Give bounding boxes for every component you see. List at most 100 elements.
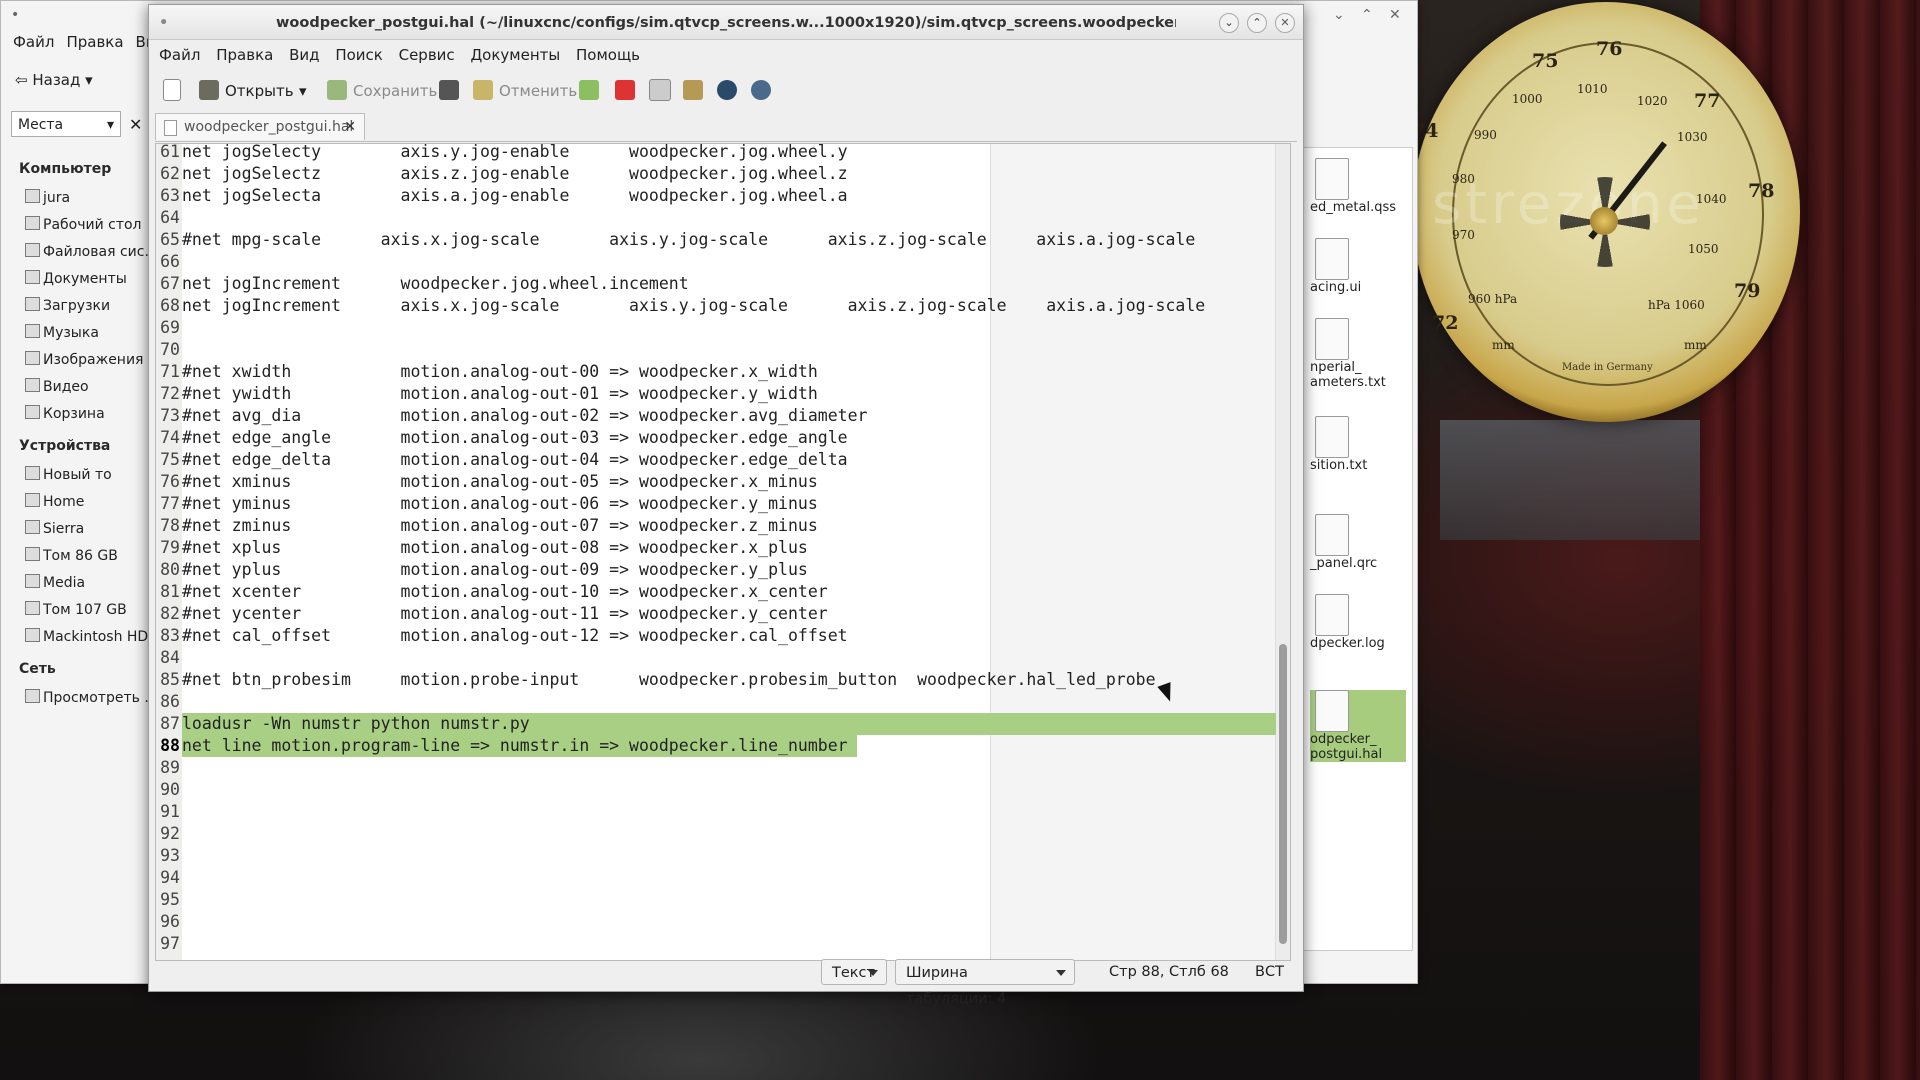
menu-view[interactable]: Вид: [289, 46, 319, 64]
code-line[interactable]: 87 loadusr -Wn numstr python numstr.py: [156, 713, 1276, 735]
code-line[interactable]: 83 #net cal_offset motion.analog-out-12 =…: [156, 625, 1276, 647]
sidebar-item[interactable]: jura: [11, 185, 149, 212]
redo-button[interactable]: [579, 79, 605, 103]
menu-tools[interactable]: Сервис: [399, 46, 455, 64]
tab-width-select[interactable]: Ширина табуляции: 4: [895, 959, 1075, 1007]
sidebar-item[interactable]: Media: [11, 570, 149, 597]
code-line[interactable]: 86: [156, 691, 1276, 713]
sidebar-item[interactable]: Новый то: [11, 462, 149, 489]
vertical-scrollbar[interactable]: [1275, 144, 1290, 960]
file-item[interactable]: _panel.qrc: [1310, 514, 1406, 571]
fm-menu-edit[interactable]: Правка: [66, 33, 123, 51]
sidebar-item[interactable]: Home: [11, 489, 149, 516]
code-line[interactable]: 62 net jogSelectz axis.z.jog-enable woodp…: [156, 163, 1276, 185]
print-button[interactable]: [439, 79, 465, 103]
document-tab[interactable]: woodpecker_postgui.hal ✕: [155, 113, 365, 140]
menu-edit[interactable]: Правка: [216, 46, 273, 64]
code-line[interactable]: 88 net line motion.program-line => numstr…: [156, 735, 1276, 757]
scrollbar-thumb[interactable]: [1279, 644, 1287, 944]
code-line[interactable]: 92: [156, 823, 1276, 845]
sidebar-item[interactable]: Том 107 GB: [11, 597, 149, 624]
sidebar-item[interactable]: Файловая сис...: [11, 239, 149, 266]
sidebar-item[interactable]: Sierra: [11, 516, 149, 543]
file-item[interactable]: dpecker.log: [1310, 594, 1406, 651]
code-line[interactable]: 67 net jogIncrement woodpecker.jog.wheel.…: [156, 273, 1276, 295]
search-button[interactable]: [717, 79, 743, 103]
file-item[interactable]: sition.txt: [1310, 416, 1406, 473]
replace-button[interactable]: [751, 79, 777, 103]
code-line[interactable]: 69: [156, 317, 1276, 339]
fm-menu-file[interactable]: Файл: [13, 33, 54, 51]
code-line[interactable]: 91: [156, 801, 1276, 823]
code-line[interactable]: 63 net jogSelecta axis.a.jog-enable woodp…: [156, 185, 1276, 207]
code-line[interactable]: 85 #net btn_probesim motion.probe-input w…: [156, 669, 1276, 691]
code-line[interactable]: 68 net jogIncrement axis.x.jog-scale axis…: [156, 295, 1276, 317]
code-line[interactable]: 71 #net xwidth motion.analog-out-00 => wo…: [156, 361, 1276, 383]
file-item[interactable]: acing.ui: [1310, 238, 1406, 295]
close-icon[interactable]: ✕: [1389, 7, 1401, 23]
open-button[interactable]: Открыть: [199, 79, 294, 103]
syntax-mode-select[interactable]: Текст: [821, 959, 887, 985]
sidebar-item[interactable]: Mackintosh HD: [11, 624, 149, 651]
code-line[interactable]: 72 #net ywidth motion.analog-out-01 => wo…: [156, 383, 1276, 405]
fm-back-button[interactable]: ⇦ Назад ▾: [15, 71, 93, 89]
code-line[interactable]: 81 #net xcenter motion.analog-out-10 => w…: [156, 581, 1276, 603]
code-line[interactable]: 64: [156, 207, 1276, 229]
code-line[interactable]: 97: [156, 933, 1276, 955]
window-menu-dot-icon[interactable]: •: [159, 5, 168, 41]
sidebar-item[interactable]: Документы: [11, 266, 149, 293]
minimize-icon[interactable]: ⌄: [1219, 13, 1239, 33]
code-line[interactable]: 75 #net edge_delta motion.analog-out-04 =…: [156, 449, 1276, 471]
code-line[interactable]: 94: [156, 867, 1276, 889]
code-line[interactable]: 95: [156, 889, 1276, 911]
text-editor[interactable]: 61 net jogSelecty axis.y.jog-enable woodp…: [155, 143, 1291, 961]
fm-places-select[interactable]: Места ▾: [11, 111, 121, 137]
file-item[interactable]: nperial_ ameters.txt: [1310, 318, 1406, 390]
menu-file[interactable]: Файл: [159, 46, 200, 64]
save-button[interactable]: Сохранить: [327, 79, 437, 103]
close-sidebar-icon[interactable]: ✕: [129, 115, 142, 134]
menu-search[interactable]: Поиск: [335, 46, 383, 64]
cut-button[interactable]: [615, 79, 641, 103]
code-line[interactable]: 74 #net edge_angle motion.analog-out-03 =…: [156, 427, 1276, 449]
code-line[interactable]: 82 #net ycenter motion.analog-out-11 => w…: [156, 603, 1276, 625]
sidebar-item[interactable]: Просмотреть ...: [11, 685, 149, 712]
new-document-button[interactable]: [163, 79, 187, 103]
code-line[interactable]: 65 #net mpg-scale axis.x.jog-scale axis.y…: [156, 229, 1276, 251]
code-line[interactable]: 96: [156, 911, 1276, 933]
undo-button[interactable]: Отменить: [473, 79, 577, 103]
sidebar-item[interactable]: Видео: [11, 374, 149, 401]
code-line[interactable]: 61 net jogSelecty axis.y.jog-enable woodp…: [156, 144, 1276, 163]
maximize-icon[interactable]: ⌃: [1361, 7, 1373, 23]
sidebar-item[interactable]: Рабочий стол: [11, 212, 149, 239]
sidebar-item[interactable]: Корзина: [11, 401, 149, 428]
sidebar-item[interactable]: Изображения: [11, 347, 149, 374]
code-line[interactable]: 76 #net xminus motion.analog-out-05 => wo…: [156, 471, 1276, 493]
menu-documents[interactable]: Документы: [470, 46, 560, 64]
code-line[interactable]: 89: [156, 757, 1276, 779]
code-line[interactable]: 77 #net yminus motion.analog-out-06 => wo…: [156, 493, 1276, 515]
close-tab-icon[interactable]: ✕: [344, 114, 356, 141]
file-item-selected[interactable]: odpecker_ postgui.hal: [1310, 690, 1406, 762]
code-line[interactable]: 90: [156, 779, 1276, 801]
code-line[interactable]: 70: [156, 339, 1276, 361]
window-menu-dot-icon[interactable]: •: [11, 7, 19, 23]
open-recent-dropdown[interactable]: ▾: [299, 79, 307, 103]
sidebar-item[interactable]: Загрузки: [11, 293, 149, 320]
code-line[interactable]: 78 #net zminus motion.analog-out-07 => wo…: [156, 515, 1276, 537]
code-line[interactable]: 79 #net xplus motion.analog-out-08 => woo…: [156, 537, 1276, 559]
copy-button[interactable]: [649, 79, 677, 103]
code-line[interactable]: 84: [156, 647, 1276, 669]
menu-help[interactable]: Помощь: [576, 46, 640, 64]
code-line[interactable]: 66: [156, 251, 1276, 273]
close-icon[interactable]: ✕: [1275, 13, 1295, 33]
sidebar-item[interactable]: Том 86 GB: [11, 543, 149, 570]
code-line[interactable]: 73 #net avg_dia motion.analog-out-02 => w…: [156, 405, 1276, 427]
paste-button[interactable]: [683, 79, 709, 103]
maximize-icon[interactable]: ⌃: [1247, 13, 1267, 33]
minimize-icon[interactable]: ⌄: [1333, 7, 1345, 23]
window-titlebar[interactable]: woodpecker_postgui.hal (~/linuxcnc/confi…: [149, 5, 1303, 40]
code-line[interactable]: 93: [156, 845, 1276, 867]
sidebar-item[interactable]: Музыка: [11, 320, 149, 347]
code-line[interactable]: 80 #net yplus motion.analog-out-09 => woo…: [156, 559, 1276, 581]
